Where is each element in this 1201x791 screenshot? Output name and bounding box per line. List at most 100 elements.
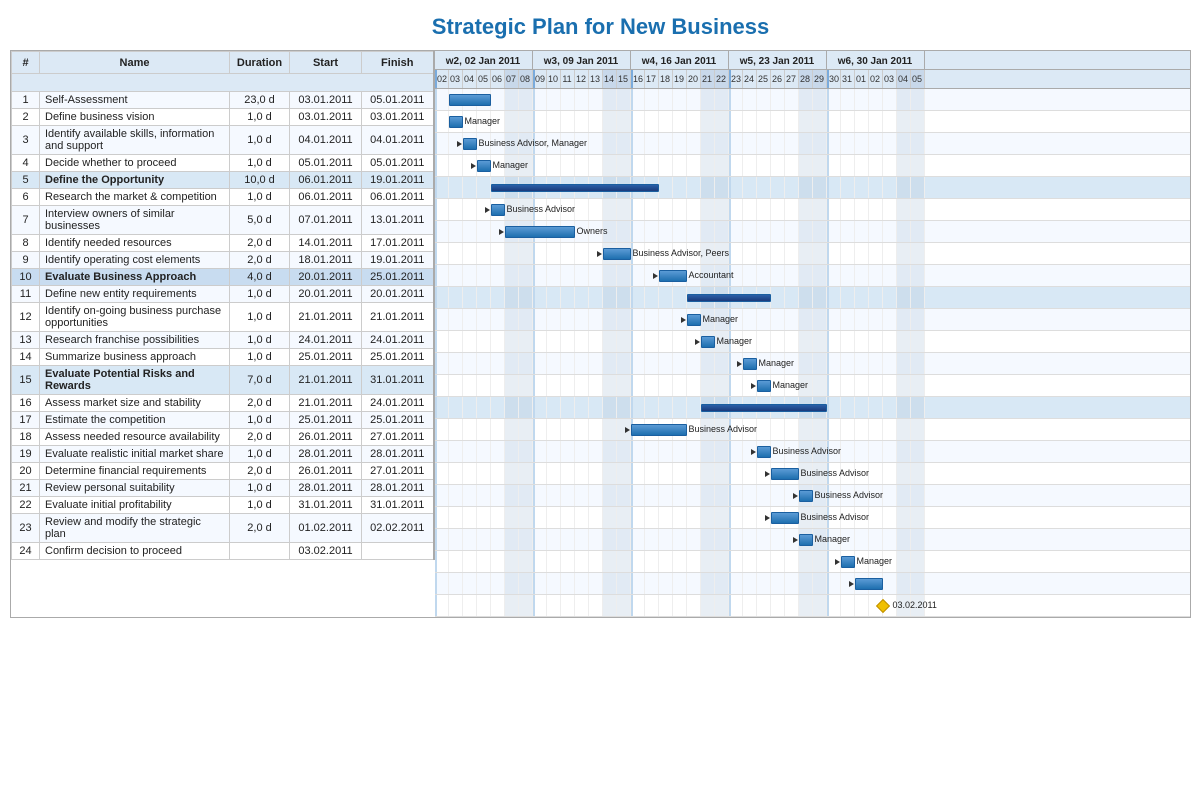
day-bg-cell [785,155,799,176]
day-bg-cell [617,485,631,506]
table-row: 2 Define business vision 1,0 d 03.01.201… [12,109,434,126]
day-bg-cell [505,419,519,440]
day-bg-cell [869,287,883,308]
day-bg-cell [757,595,771,616]
day-bg-cell [617,265,631,286]
day-bg-cell [575,595,589,616]
bar-label: Manager [465,116,501,126]
day-bg-cell [841,595,855,616]
day-bg-cell [911,551,925,572]
day-bg-cell [659,199,673,220]
day-bg-cell [687,573,701,594]
day-bg-cell [701,595,715,616]
day-bg-cell [575,287,589,308]
day-bg-cell [673,133,687,154]
day-bg-cell [449,155,463,176]
day-bg-cell [645,221,659,242]
day-bg-cell [757,309,771,330]
day-bg-cell [631,573,645,594]
day-cell: 25 [757,70,771,88]
day-bg-cell [491,309,505,330]
day-bg-cell [505,111,519,132]
day-bg-cell [589,375,603,396]
day-bg-cell [673,199,687,220]
day-bg-cell [799,287,813,308]
day-bg-cell [631,375,645,396]
day-bg-cell [743,529,757,550]
day-bg-cell [603,595,617,616]
dependency-arrow [695,339,700,345]
day-bg-cell [911,441,925,462]
row-num: 2 [12,109,40,126]
day-bg-cell [883,375,897,396]
day-bg-cell [897,199,911,220]
day-bg-cell [533,89,547,110]
day-bg-cell [589,573,603,594]
day-bg-cell [561,551,575,572]
row-name: Evaluate Business Approach [40,269,230,286]
row-num: 3 [12,126,40,155]
day-bg-cell [659,397,673,418]
day-bg-cell [785,177,799,198]
table-row: 13 Research franchise possibilities 1,0 … [12,332,434,349]
row-finish: 28.01.2011 [362,446,434,463]
day-bg-cell [701,155,715,176]
day-bg-cell [477,529,491,550]
bar-label: Manager [773,380,809,390]
day-bg-cell [603,485,617,506]
day-bg-cell [673,485,687,506]
day-bg-cell [463,573,477,594]
day-bg-cell [603,353,617,374]
task-bar [701,336,715,348]
col-start: Start [290,52,362,74]
day-bg-cell [561,89,575,110]
group-bar [491,184,659,192]
row-start: 26.01.2011 [290,429,362,446]
day-bg-cell [575,89,589,110]
day-bg-cell [743,309,757,330]
day-bg-cell [505,375,519,396]
day-bg-cell [561,507,575,528]
day-bg-cell [575,485,589,506]
row-name: Evaluate realistic initial market share [40,446,230,463]
day-bg-cell [911,155,925,176]
day-bg-cell [435,177,449,198]
day-bg-cell [869,419,883,440]
day-bg-cell [491,331,505,352]
day-bg-cell [505,397,519,418]
day-cell: 21 [701,70,715,88]
day-bg-cell [687,353,701,374]
day-bg-cell [477,265,491,286]
day-bg-cell [785,89,799,110]
row-duration: 2,0 d [230,395,290,412]
week-label: w5, 23 Jan 2011 [729,51,827,69]
day-cell: 03 [883,70,897,88]
day-bg-cell [813,375,827,396]
row-name: Assess needed resource availability [40,429,230,446]
day-bg-cell [729,507,743,528]
day-bg-cell [505,331,519,352]
day-bg-cell [449,243,463,264]
day-bg-cell [897,243,911,264]
col-duration: Duration [230,52,290,74]
row-finish: 19.01.2011 [362,252,434,269]
day-bg-cell [617,353,631,374]
col-num: # [12,52,40,74]
day-bg-cell [785,265,799,286]
day-bg-cell [855,221,869,242]
day-bg-cell [645,595,659,616]
day-bg-cell [687,463,701,484]
day-bg-cell [533,507,547,528]
day-bg-cell [659,331,673,352]
day-bg-cell [897,353,911,374]
day-bg-cell [575,309,589,330]
day-bg-cell [519,287,533,308]
day-bg-cell [813,309,827,330]
day-bg-cell [687,133,701,154]
day-bg-cell [729,155,743,176]
gantt-row: Business Advisor [435,463,1191,485]
day-bg-cell [827,133,841,154]
day-bg-cell [729,485,743,506]
day-bg-cell [645,441,659,462]
table-row: 23 Review and modify the strategic plan … [12,514,434,543]
